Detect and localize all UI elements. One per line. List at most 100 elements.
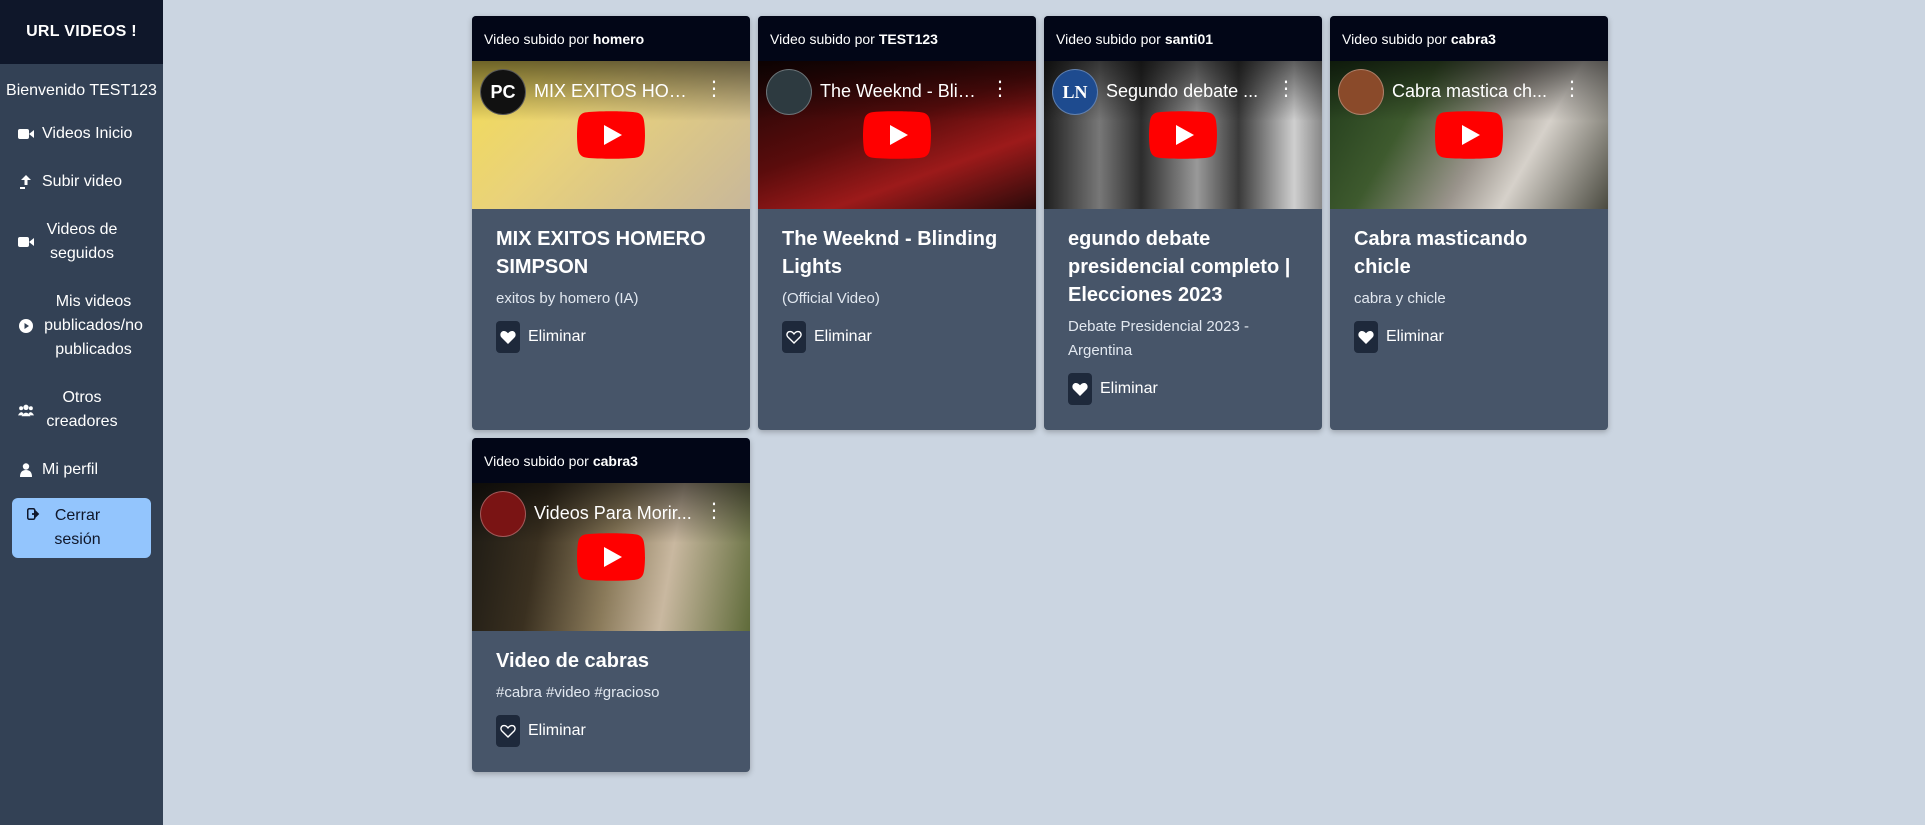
eliminar-button[interactable]: Eliminar [496, 715, 726, 747]
eliminar-button[interactable]: Eliminar [1068, 373, 1298, 405]
uploader-name[interactable]: santi01 [1165, 31, 1213, 47]
uploader-name[interactable]: homero [593, 31, 644, 47]
sidebar-item-label: Mis videos publicados/no publicados [44, 293, 143, 358]
uploaded-by-label: Video subido por [770, 30, 875, 47]
sign-out-icon [26, 508, 42, 520]
eliminar-button[interactable]: Eliminar [496, 321, 726, 353]
youtube-play-button-icon[interactable] [1435, 111, 1503, 159]
eliminar-label: Eliminar [1386, 328, 1444, 345]
video-card: Video subido por cabra3 Videos Para Mori… [472, 438, 750, 772]
youtube-play-button-icon[interactable] [1149, 111, 1217, 159]
video-card: Video subido por cabra3 Cabra mastica ch… [1330, 16, 1608, 430]
card-body: The Weeknd - Blinding Lights (Official V… [758, 209, 1036, 373]
video-card: Video subido por TEST123 The Weeknd - Bl… [758, 16, 1036, 430]
heart-filled-icon[interactable] [1068, 373, 1092, 405]
sidebar-item-mi-perfil[interactable]: Mi perfil [10, 446, 153, 494]
youtube-play-button-icon[interactable] [577, 111, 645, 159]
uploaded-by-label: Video subido por [1342, 30, 1447, 47]
video-camera-icon [18, 128, 34, 140]
youtube-play-button-icon[interactable] [863, 111, 931, 159]
video-description: (Official Video) [782, 290, 880, 307]
video-card: Video subido por homero PC MIX EXITOS HO… [472, 16, 750, 430]
card-header: Video subido por TEST123 [758, 16, 1036, 61]
channel-avatar[interactable] [480, 491, 526, 537]
sidebar-item-label: Otros creadores [46, 389, 118, 430]
heart-outline-icon[interactable] [496, 715, 520, 747]
video-embed[interactable]: LN Segundo debate ... ⋮ [1044, 61, 1322, 209]
card-header: Video subido por cabra3 [1330, 16, 1608, 61]
eliminar-button[interactable]: Eliminar [1354, 321, 1584, 353]
more-options-icon[interactable]: ⋮ [1562, 79, 1582, 99]
eliminar-label: Eliminar [814, 328, 872, 345]
users-icon [18, 403, 34, 417]
card-header: Video subido por santi01 [1044, 16, 1322, 61]
youtube-play-button-icon[interactable] [577, 533, 645, 581]
card-body: MIX EXITOS HOMERO SIMPSON exitos by home… [472, 209, 750, 373]
more-options-icon[interactable]: ⋮ [1276, 79, 1296, 99]
eliminar-label: Eliminar [528, 722, 586, 739]
sidebar-item-label: Mi perfil [42, 461, 99, 478]
upload-arrow-icon [18, 175, 34, 189]
card-body: egundo debate presidencial completo | El… [1044, 209, 1322, 425]
uploader-name[interactable]: cabra3 [593, 453, 638, 469]
embed-title[interactable]: Videos Para Morir... [534, 503, 694, 524]
video-title: egundo debate presidencial completo | El… [1068, 228, 1291, 306]
play-circle-icon [18, 319, 34, 333]
sidebar-item-videos-inicio[interactable]: Videos Inicio [10, 110, 153, 158]
video-title: The Weeknd - Blinding Lights [782, 228, 998, 278]
channel-avatar[interactable]: LN [1052, 69, 1098, 115]
video-description: #cabra #video #gracioso [496, 684, 660, 701]
sidebar: URL VIDEOS ! Bienvenido TEST123 Videos I… [0, 0, 163, 825]
video-title: Video de cabras [496, 650, 650, 672]
video-description: cabra y chicle [1354, 290, 1446, 307]
video-embed[interactable]: Cabra mastica ch... ⋮ [1330, 61, 1608, 209]
card-header: Video subido por cabra3 [472, 438, 750, 483]
sidebar-nav: Videos Inicio Subir video Videos de segu… [0, 110, 163, 558]
video-title: MIX EXITOS HOMERO SIMPSON [496, 228, 706, 278]
sidebar-item-otros-creadores[interactable]: Otros creadores [10, 374, 153, 446]
video-card: Video subido por santi01 LN Segundo deba… [1044, 16, 1322, 430]
uploaded-by-label: Video subido por [1056, 30, 1161, 47]
card-header: Video subido por homero [472, 16, 750, 61]
sidebar-item-label: Videos de seguidos [46, 221, 118, 262]
video-embed[interactable]: Videos Para Morir... ⋮ [472, 483, 750, 631]
video-camera-icon [18, 236, 34, 248]
channel-avatar[interactable] [1338, 69, 1384, 115]
sidebar-item-subir-video[interactable]: Subir video [10, 158, 153, 206]
embed-title[interactable]: The Weeknd - Blin... [820, 81, 980, 102]
uploader-name[interactable]: TEST123 [879, 31, 938, 47]
uploader-name[interactable]: cabra3 [1451, 31, 1496, 47]
embed-title[interactable]: Cabra mastica ch... [1392, 81, 1552, 102]
heart-filled-icon[interactable] [1354, 321, 1378, 353]
video-description: Debate Presidencial 2023 - Argentina [1068, 318, 1249, 359]
channel-avatar[interactable]: PC [480, 69, 526, 115]
app-brand[interactable]: URL VIDEOS ! [0, 0, 163, 64]
embed-title[interactable]: Segundo debate ... [1106, 81, 1266, 102]
eliminar-button[interactable]: Eliminar [782, 321, 1012, 353]
logout-button[interactable]: Cerrar sesión [12, 498, 151, 558]
channel-avatar[interactable] [766, 69, 812, 115]
sidebar-item-label: Subir video [42, 173, 123, 190]
video-description: exitos by homero (IA) [496, 290, 639, 307]
embed-title[interactable]: MIX EXITOS HOM... [534, 81, 694, 102]
video-embed[interactable]: The Weeknd - Blin... ⋮ [758, 61, 1036, 209]
card-body: Cabra masticando chicle cabra y chicle E… [1330, 209, 1608, 373]
welcome-text: Bienvenido TEST123 [6, 82, 157, 99]
user-icon [18, 463, 34, 477]
heart-outline-icon[interactable] [782, 321, 806, 353]
sidebar-item-videos-seguidos[interactable]: Videos de seguidos [10, 206, 153, 278]
more-options-icon[interactable]: ⋮ [990, 79, 1010, 99]
logout-label: Cerrar sesión [54, 507, 101, 548]
uploaded-by-label: Video subido por [484, 452, 589, 469]
video-title: Cabra masticando chicle [1354, 228, 1528, 278]
sidebar-item-mis-videos[interactable]: Mis videos publicados/no publicados [10, 278, 153, 374]
more-options-icon[interactable]: ⋮ [704, 79, 724, 99]
uploaded-by-label: Video subido por [484, 30, 589, 47]
video-embed[interactable]: PC MIX EXITOS HOM... ⋮ [472, 61, 750, 209]
more-options-icon[interactable]: ⋮ [704, 501, 724, 521]
sidebar-item-label: Videos Inicio [42, 125, 133, 142]
card-body: Video de cabras #cabra #video #gracioso … [472, 631, 750, 767]
eliminar-label: Eliminar [1100, 380, 1158, 397]
heart-filled-icon[interactable] [496, 321, 520, 353]
eliminar-label: Eliminar [528, 328, 586, 345]
